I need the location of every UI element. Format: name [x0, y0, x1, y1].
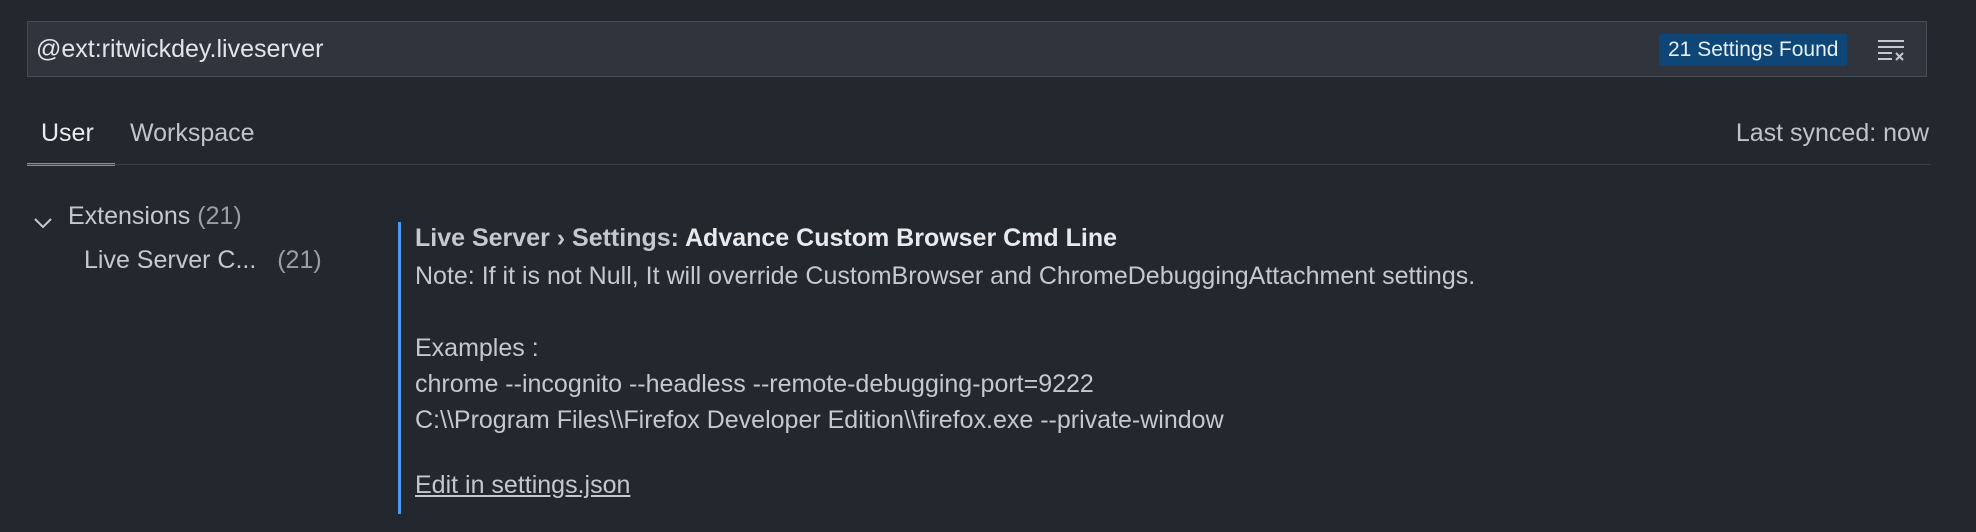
clear-filter-icon[interactable] [1875, 34, 1907, 66]
tabs-divider [27, 164, 1931, 165]
setting-description-example-firefox: C:\\Program Files\\Firefox Developer Edi… [415, 406, 1224, 434]
chevron-down-icon [32, 206, 54, 229]
setting-category: Live Server › Settings: [415, 224, 685, 252]
settings-search-box[interactable]: 21 Settings Found [27, 21, 1927, 77]
setting-title: Live Server › Settings: Advance Custom B… [415, 222, 1117, 254]
setting-description-note: Note: If it is not Null, It will overrid… [415, 262, 1476, 290]
toc-group-count: (21) [197, 202, 242, 230]
sync-status: Last synced: now [1735, 119, 1929, 147]
settings-search-input[interactable] [28, 22, 1628, 76]
toc-item-live-server[interactable]: Live Server C... (21) [84, 240, 322, 280]
toc-item-label: Live Server C... [84, 246, 257, 274]
tab-user[interactable]: User [41, 103, 94, 163]
setting-description-example-chrome: chrome --incognito --headless --remote-d… [415, 370, 1094, 398]
toc-item-count: (21) [277, 246, 322, 274]
setting-description-examples-heading: Examples : [415, 334, 539, 362]
results-count-badge: 21 Settings Found [1659, 34, 1848, 66]
tab-workspace[interactable]: Workspace [130, 103, 255, 163]
toc-group-label: Extensions [68, 202, 191, 230]
setting-focus-indicator [398, 222, 401, 514]
edit-in-settings-json-link[interactable]: Edit in settings.json [415, 468, 630, 502]
setting-item: Live Server › Settings: Advance Custom B… [398, 222, 1898, 514]
setting-name: Advance Custom Browser Cmd Line [685, 224, 1118, 252]
